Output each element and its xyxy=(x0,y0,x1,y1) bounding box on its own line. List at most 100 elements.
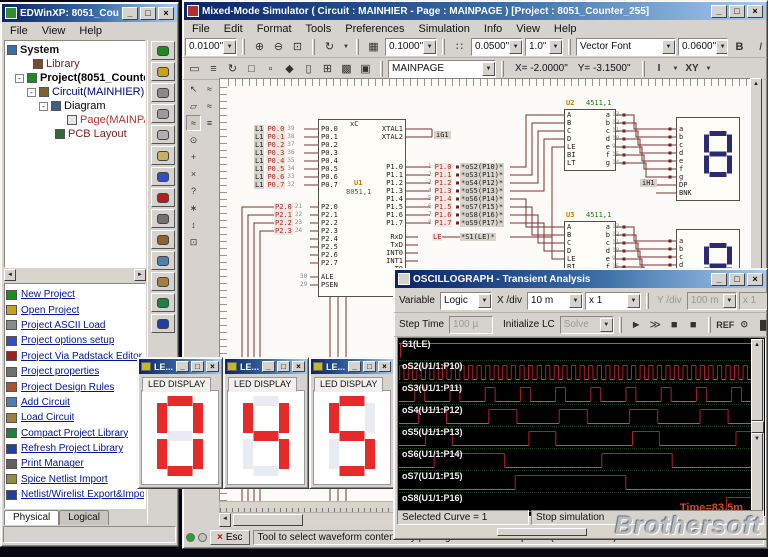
xy-mode-button[interactable]: XY xyxy=(683,59,702,78)
wire-tool-icon[interactable]: ≈ xyxy=(186,115,201,131)
minimize-button[interactable]: _ xyxy=(348,361,361,372)
via-editor-icon[interactable] xyxy=(151,188,175,207)
minimize-button[interactable]: _ xyxy=(122,7,138,20)
maximize-button[interactable]: □ xyxy=(729,5,745,18)
bus-wave-icon[interactable]: ≡ xyxy=(202,115,217,131)
snap-grid-icon[interactable]: ∷ xyxy=(450,37,469,56)
step-icon[interactable]: ≫ xyxy=(646,315,665,334)
highlight-icon[interactable]: ◆ xyxy=(280,59,299,78)
waveform-channel[interactable]: oS6(U1/1:P14) xyxy=(399,449,751,471)
waveform-channel[interactable]: oS7(U1/1:P15) xyxy=(399,471,751,493)
grid-step-combo[interactable]: 0.0100"▼ xyxy=(185,38,237,56)
menu-item[interactable]: Edit xyxy=(217,23,250,35)
project-action-link[interactable]: Netlist/Wirelist Export&Import xyxy=(6,487,144,502)
project-action-link[interactable]: Print Manager xyxy=(6,456,144,471)
tree-root-system[interactable]: System xyxy=(7,43,143,57)
chevron-down-icon[interactable]: ▼ xyxy=(478,294,491,308)
xmul-combo[interactable]: x 1▼ xyxy=(585,292,641,310)
paste-icon[interactable] xyxy=(151,146,175,165)
maximize-button[interactable]: □ xyxy=(729,273,745,286)
close-button[interactable]: × xyxy=(206,361,219,372)
project-action-link[interactable]: Refresh Project Library xyxy=(6,441,144,456)
project-action-link[interactable]: Project ASCII Load xyxy=(6,318,144,333)
waveform-channel[interactable]: oS2(U1/1:P10) xyxy=(399,361,751,383)
tree-item[interactable]: PCB Layout xyxy=(7,127,143,141)
chevron-down-icon[interactable]: ▼ xyxy=(716,40,728,54)
menu-item[interactable]: Help xyxy=(547,23,584,35)
run-icon[interactable]: ► xyxy=(627,315,646,334)
snap-spacing-combo[interactable]: 0.0500"▼ xyxy=(471,38,523,56)
tree-item[interactable]: -Project(8051_Counter_255) xyxy=(7,71,143,85)
project-action-link[interactable]: Project options setup xyxy=(6,333,144,348)
refresh-library-icon[interactable] xyxy=(151,314,175,333)
tab-logical[interactable]: Logical xyxy=(59,510,109,525)
waveform-vertical-scrollbar[interactable]: ▲ ▼ xyxy=(751,339,764,515)
grid-spacing-combo[interactable]: 0.1000"▼ xyxy=(385,38,437,56)
units-button[interactable]: I xyxy=(650,59,669,78)
font-combo[interactable]: Vector Font▼ xyxy=(576,38,676,56)
scrollbar-thumb[interactable] xyxy=(233,514,303,526)
waveform-plot-area[interactable]: S1(LE)oS2(U1/1:P10)oS3(U1/1:P11)oS4(U1/1… xyxy=(397,337,766,517)
project-action-link[interactable]: New Project xyxy=(6,287,144,302)
menu-item[interactable]: Help xyxy=(72,25,109,37)
save-icon[interactable] xyxy=(151,83,175,102)
analog-wave-icon[interactable]: ≈ xyxy=(202,98,217,114)
list-icon[interactable]: ≡ xyxy=(204,59,223,78)
tree-item[interactable]: Library xyxy=(7,57,143,71)
xdiv-combo[interactable]: 10 m▼ xyxy=(527,292,583,310)
waveform-channel[interactable]: oS4(U1/1:P12) xyxy=(399,405,751,427)
close-button[interactable]: × xyxy=(292,361,305,372)
scrollbar-thumb[interactable] xyxy=(497,528,587,536)
select-area-icon[interactable]: ▫ xyxy=(261,59,280,78)
maximize-button[interactable]: □ xyxy=(277,361,290,372)
tree-expander[interactable]: - xyxy=(39,102,48,111)
titlebar[interactable]: LE... _□× xyxy=(311,359,393,374)
project-action-link[interactable]: Project Via Padstack Editor xyxy=(6,349,144,364)
esc-button[interactable]: ×Esc xyxy=(210,530,250,545)
delete-tool-icon[interactable]: × xyxy=(186,166,201,182)
contrast-icon[interactable]: █ xyxy=(754,315,767,334)
sheet-icon[interactable]: ▯ xyxy=(299,59,318,78)
open-project-icon[interactable] xyxy=(151,62,175,81)
lasso-tool-icon[interactable]: ▱ xyxy=(186,98,201,114)
tree-item[interactable]: -Circuit(MAINHIER) xyxy=(7,85,143,99)
titlebar[interactable]: LE... _□× xyxy=(225,359,307,374)
maximize-button[interactable]: □ xyxy=(140,7,156,20)
project-action-link[interactable]: Spice Netlist Import xyxy=(6,472,144,487)
zoom-in-icon[interactable]: ⊕ xyxy=(250,37,269,56)
minimize-button[interactable]: _ xyxy=(262,361,275,372)
menu-item[interactable]: File xyxy=(3,25,35,37)
move-tool-icon[interactable]: ↕ xyxy=(186,217,201,233)
add-circuit-icon[interactable] xyxy=(151,251,175,270)
tab-led-display[interactable]: LED DISPLAY xyxy=(142,377,211,392)
add-tool-icon[interactable]: + xyxy=(186,149,201,165)
chevron-down-icon[interactable]: ▼ xyxy=(627,294,640,308)
chevron-down-icon[interactable]: ▼ xyxy=(423,40,436,54)
maximize-button[interactable]: □ xyxy=(363,361,376,372)
box-tool-icon[interactable]: ⊡ xyxy=(186,234,201,250)
minimize-button[interactable]: _ xyxy=(711,273,727,286)
zoom-window-icon[interactable]: ⊡ xyxy=(288,37,307,56)
scrollbar-thumb[interactable] xyxy=(751,421,764,434)
titlebar[interactable]: LE... _□× xyxy=(139,359,221,374)
select-tool-icon[interactable]: ↖ xyxy=(186,81,201,97)
inspect-icon[interactable]: ⊙ xyxy=(735,315,754,334)
menu-item[interactable]: Info xyxy=(477,23,509,35)
stop-icon[interactable]: ■ xyxy=(684,315,703,334)
tree-horizontal-scrollbar[interactable]: ◄ ► xyxy=(4,269,146,281)
project-action-link[interactable]: Load Circuit xyxy=(6,410,144,425)
chevron-down-icon[interactable]: ▼ xyxy=(569,294,582,308)
variable-combo[interactable]: Logic▼ xyxy=(440,292,492,310)
chevron-down-icon[interactable]: ▼ xyxy=(704,59,714,78)
menu-item[interactable]: View xyxy=(35,25,73,37)
menu-item[interactable]: Tools xyxy=(299,23,339,35)
font-size-combo[interactable]: 0.0600"▼ xyxy=(678,38,728,56)
close-button[interactable]: × xyxy=(747,5,763,18)
project-action-link[interactable]: Add Circuit xyxy=(6,395,144,410)
tree-item[interactable]: -Diagram xyxy=(7,99,143,113)
chevron-down-icon[interactable]: ▼ xyxy=(662,40,675,54)
close-button[interactable]: × xyxy=(158,7,174,20)
page-combo[interactable]: MAINPAGE▼ xyxy=(388,60,496,78)
scroll-down-icon[interactable]: ▼ xyxy=(751,433,763,515)
project-action-link[interactable]: Compact Project Library xyxy=(6,426,144,441)
